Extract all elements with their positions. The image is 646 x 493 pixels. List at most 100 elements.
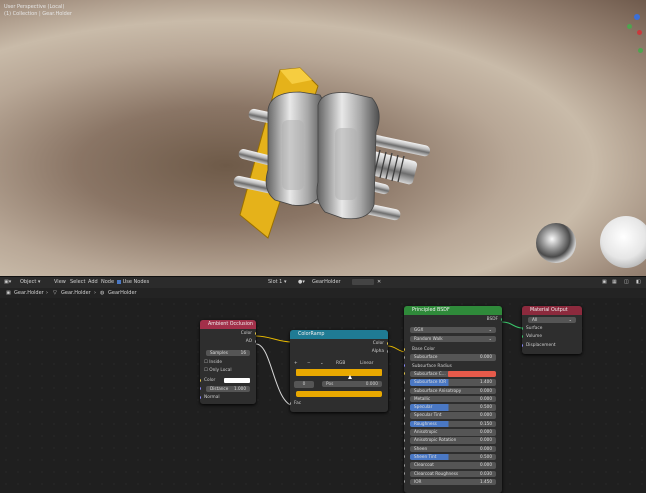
ramp-gradient-bar[interactable] <box>296 369 382 376</box>
bsdf-input-socket[interactable] <box>404 405 405 409</box>
bsdf-input-socket[interactable] <box>404 380 405 384</box>
bsdf-input-socket[interactable] <box>404 480 405 484</box>
ramp-node-title: ColorRamp <box>298 332 325 337</box>
bsdf-input-field[interactable]: Subsurface C... <box>410 370 496 378</box>
ao-normal-in-socket[interactable] <box>200 396 201 399</box>
ramp-color-out-socket[interactable] <box>387 342 388 345</box>
bsdf-out-socket[interactable] <box>501 318 502 321</box>
bsdf-input-socket[interactable] <box>404 455 405 459</box>
gear-holder-model[interactable] <box>0 0 646 276</box>
ramp-add-stop-button[interactable]: + <box>294 361 298 366</box>
ramp-color-swatch[interactable] <box>296 391 382 397</box>
menu-node[interactable]: Node <box>101 279 114 285</box>
sidebar-toggle-icon[interactable]: ◧ <box>636 279 641 285</box>
bsdf-input-field[interactable]: Anisotropic 0.000 <box>410 429 496 436</box>
bsdf-input-field[interactable]: Clearcoat Roughness 0.030 <box>410 470 496 477</box>
ao-distance-in-socket[interactable] <box>200 387 201 390</box>
bsdf-input-socket[interactable] <box>404 364 405 368</box>
ramp-fac-in-socket[interactable] <box>290 402 291 405</box>
ramp-index-field[interactable]: 0 <box>294 381 314 388</box>
bsdf-input-field[interactable]: Clearcoat 0.000 <box>410 462 496 469</box>
ambient-occlusion-node[interactable]: Ambient Occlusion Color AO Samples 16 ☐ I… <box>200 320 256 404</box>
ao-ao-out-socket[interactable] <box>255 340 256 343</box>
output-volume-socket[interactable] <box>522 335 523 338</box>
bsdf-input-socket[interactable] <box>404 389 405 392</box>
ramp-menu-button[interactable]: ⌄ <box>320 361 324 366</box>
bsdf-input-socket[interactable] <box>404 447 405 451</box>
material-output-node[interactable]: Material Output All ⌄ Surface Volume Disp… <box>522 306 582 354</box>
bsdf-sss-method-dropdown[interactable]: Random Walk ⌄ <box>410 336 496 342</box>
ramp-alpha-out-socket[interactable] <box>387 350 388 353</box>
breadcrumb-mesh[interactable]: Gear.Holder <box>61 290 91 296</box>
bsdf-input-field[interactable]: IOR 1.450 <box>410 478 496 486</box>
ramp-mode-dropdown[interactable]: RGB <box>336 360 345 367</box>
color-ramp-node[interactable]: ColorRamp Color Alpha + − ⌄ RGB Linear 0… <box>290 330 388 412</box>
bsdf-input-label: Anisotropic <box>414 429 438 434</box>
breadcrumb-object[interactable]: Gear.Holder <box>14 290 44 296</box>
editor-type-icon[interactable]: ▣▾ <box>4 279 11 285</box>
use-nodes-checkbox[interactable]: Use Nodes <box>117 279 149 285</box>
breadcrumb-material[interactable]: GearHolder <box>108 290 137 296</box>
ao-samples-field[interactable]: Samples 16 <box>206 350 250 356</box>
material-name-field[interactable]: GearHolder <box>312 279 341 285</box>
output-surface-socket[interactable] <box>522 327 523 330</box>
ramp-node-header[interactable]: ColorRamp <box>290 330 388 339</box>
bsdf-input-socket[interactable] <box>404 463 405 467</box>
bsdf-input-field[interactable]: Metallic 0.000 <box>410 395 496 403</box>
close-icon[interactable]: ✕ <box>377 279 381 285</box>
menu-select[interactable]: Select <box>70 279 85 285</box>
bsdf-input-field[interactable]: Sheen Tint 0.500 <box>410 453 496 461</box>
output-volume-input: Volume <box>526 334 542 339</box>
bsdf-input-field[interactable]: Anisotropic Rotation 0.000 <box>410 437 496 444</box>
bsdf-input-socket[interactable] <box>404 438 405 442</box>
subsurface-color-swatch[interactable] <box>448 370 496 378</box>
overlay-icon[interactable]: ▦ <box>612 279 617 285</box>
bsdf-input-socket[interactable] <box>404 422 405 426</box>
bsdf-input-socket[interactable] <box>404 430 405 434</box>
bsdf-input-field[interactable]: Specular 0.500 <box>410 404 496 411</box>
bsdf-input-field[interactable]: Specular Tint 0.000 <box>410 412 496 419</box>
ao-color-swatch[interactable] <box>224 378 250 383</box>
bsdf-input-socket[interactable] <box>404 355 405 359</box>
ao-distance-field[interactable]: Distance 1.000 <box>206 386 250 392</box>
ao-color-input[interactable]: Color <box>204 377 252 384</box>
bsdf-input-field[interactable]: Subsurface Anisotropy 0.000 <box>410 387 496 394</box>
ao-inside-checkbox[interactable]: ☐ Inside <box>204 359 252 366</box>
bsdf-input-field[interactable]: Subsurface IOR 1.400 <box>410 379 496 386</box>
ramp-remove-stop-button[interactable]: − <box>307 361 311 366</box>
bsdf-input-field[interactable]: Base Color <box>412 346 498 353</box>
ao-only-local-label: Only Local <box>209 368 232 373</box>
bsdf-node-header[interactable]: Principled BSDF <box>404 306 502 315</box>
bsdf-input-field[interactable]: Subsurface 0.000 <box>410 354 496 361</box>
snap-icon[interactable]: ◫ <box>624 279 629 285</box>
output-target-dropdown[interactable]: All ⌄ <box>528 317 576 323</box>
bsdf-input-field[interactable]: Subsurface Radius <box>412 363 498 370</box>
object-dropdown[interactable]: Object ▾ <box>20 279 40 285</box>
bsdf-input-socket[interactable] <box>404 413 405 417</box>
ramp-interp-dropdown[interactable]: Linear <box>360 360 373 367</box>
material-sphere-icon[interactable]: ●▾ <box>298 279 305 285</box>
3d-viewport[interactable]: User Perspective (Local) (1) Collection … <box>0 0 646 276</box>
menu-view[interactable]: View <box>54 279 66 285</box>
output-displacement-socket[interactable] <box>522 344 523 347</box>
ao-node-header[interactable]: Ambient Occlusion <box>200 320 256 329</box>
principled-bsdf-node[interactable]: Principled BSDF BSDF GGX ⌄ Random Walk ⌄ B… <box>404 306 502 493</box>
ramp-stop-handle[interactable] <box>348 375 352 379</box>
node-canvas[interactable]: Ambient Occlusion Color AO Samples 16 ☐ I… <box>0 298 646 493</box>
bsdf-input-socket[interactable] <box>404 397 405 401</box>
bsdf-input-field[interactable]: Roughness 0.150 <box>410 420 496 428</box>
ramp-pos-field[interactable]: Pos 0.000 <box>322 381 382 387</box>
user-count-field[interactable] <box>352 279 374 285</box>
bsdf-input-socket[interactable] <box>404 347 405 351</box>
output-node-header[interactable]: Material Output <box>522 306 582 315</box>
ao-only-local-checkbox[interactable]: ☐ Only Local <box>204 367 252 374</box>
bsdf-distribution-dropdown[interactable]: GGX ⌄ <box>410 327 496 333</box>
ao-color-out-socket[interactable] <box>255 332 256 335</box>
bsdf-input-socket[interactable] <box>404 472 405 475</box>
bsdf-input-field[interactable]: Sheen 0.000 <box>410 445 496 453</box>
ao-color-in-socket[interactable] <box>200 379 201 382</box>
bsdf-input-socket[interactable] <box>404 372 405 376</box>
pin-icon[interactable]: ▣ <box>602 279 607 285</box>
menu-add[interactable]: Add <box>88 279 98 285</box>
slot-dropdown[interactable]: Slot 1 ▾ <box>268 279 286 285</box>
